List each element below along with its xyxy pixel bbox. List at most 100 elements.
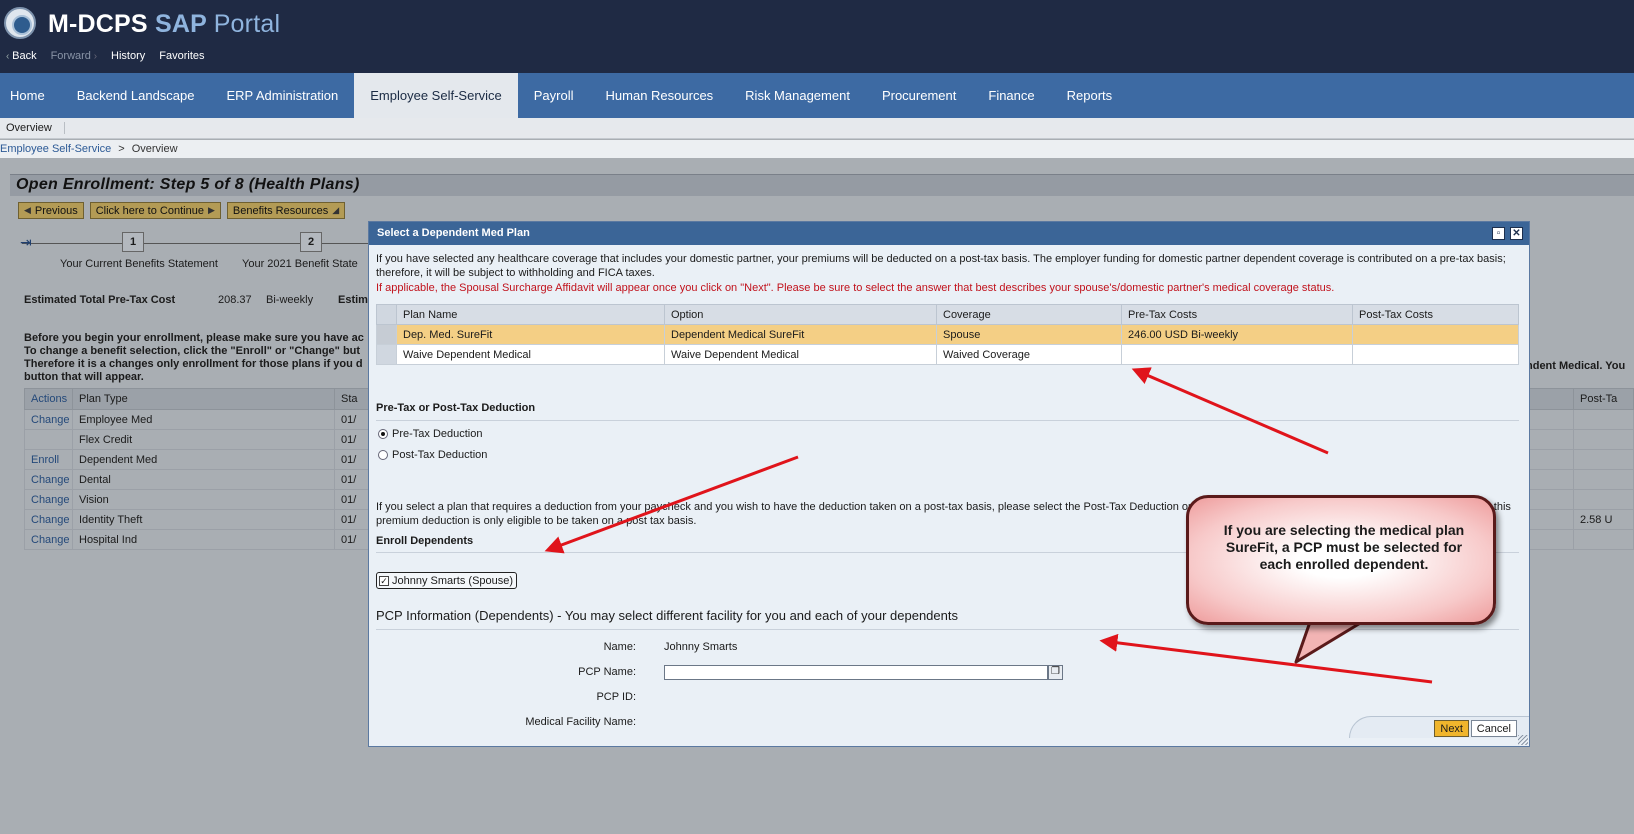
- district-seal-logo: [4, 7, 36, 39]
- top-navigation: Home Backend Landscape ERP Administratio…: [0, 73, 1634, 118]
- row-plan: Flex Credit: [72, 429, 335, 450]
- dialog-body: If you have selected any healthcare cove…: [376, 252, 1524, 728]
- favorites-link[interactable]: Favorites: [159, 50, 204, 62]
- breadcrumb-separator: >: [118, 143, 125, 155]
- cost-period: Bi-weekly: [266, 294, 314, 306]
- radio-selected-icon[interactable]: [378, 429, 388, 439]
- intro-line: Before you begin your enrollment, please…: [24, 332, 364, 344]
- checkbox-checked-icon[interactable]: ✓: [379, 575, 389, 586]
- history-link[interactable]: History: [111, 50, 145, 62]
- section-divider: [376, 629, 1519, 630]
- pre-tax-cell: [1121, 344, 1353, 365]
- nav-reports[interactable]: Reports: [1051, 73, 1129, 118]
- row-plan: Identity Theft: [72, 509, 335, 530]
- roadmap-step-1[interactable]: 1: [122, 232, 144, 252]
- row-plan: Dental: [72, 469, 335, 490]
- row-action-link[interactable]: Change: [24, 489, 73, 510]
- portal-header: M-DCPS SAP Portal Back Forward History F…: [0, 0, 1634, 73]
- sub-navigation: Overview: [0, 118, 1634, 139]
- nav-procurement[interactable]: Procurement: [866, 73, 972, 118]
- nav-employee-self-service[interactable]: Employee Self-Service: [354, 73, 518, 118]
- continue-button[interactable]: Click here to Continue ▶: [89, 202, 221, 219]
- intro-text-right: ndent Medical. You: [1526, 360, 1626, 372]
- benefits-resources-button[interactable]: Benefits Resources ◢: [226, 202, 346, 219]
- breadcrumb: Employee Self-Service > Overview: [0, 140, 1634, 158]
- roadmap-step-2-label[interactable]: Your 2021 Benefit State: [242, 258, 358, 270]
- row-action-link[interactable]: Change: [24, 509, 73, 530]
- row-action-link[interactable]: Change: [24, 469, 73, 490]
- pre-tax-radio-label: Pre-Tax Deduction: [392, 428, 483, 440]
- domestic-partner-note: If you have selected any healthcare cove…: [376, 253, 1506, 279]
- row-post: [1573, 529, 1634, 550]
- deduction-section-title: Pre-Tax or Post-Tax Deduction: [376, 402, 536, 414]
- row-action-link[interactable]: Change: [24, 409, 73, 430]
- row-action-link: [24, 429, 73, 450]
- portal-title: M-DCPS SAP Portal: [48, 10, 280, 39]
- portal-title-sap: SAP: [154, 10, 207, 38]
- cancel-button[interactable]: Cancel: [1470, 720, 1517, 737]
- maximize-icon[interactable]: ▫: [1492, 227, 1505, 240]
- nav-human-resources[interactable]: Human Resources: [590, 73, 730, 118]
- pcp-dependent-name: Johnny Smarts: [664, 641, 738, 653]
- col-option: Option: [664, 304, 937, 325]
- resize-grip-icon[interactable]: [1518, 735, 1528, 745]
- table-row[interactable]: Waive Dependent Medical Waive Dependent …: [376, 344, 1519, 365]
- step-buttons: ◀ Previous Click here to Continue ▶ Benefi…: [18, 202, 346, 219]
- row-action-link[interactable]: Change: [24, 529, 73, 550]
- row-plan: Vision: [72, 489, 335, 510]
- row-post: [1573, 489, 1634, 510]
- roadmap-step-1-label[interactable]: Your Current Benefits Statement: [60, 258, 218, 270]
- table-row[interactable]: Dep. Med. SureFit Dependent Medical Sure…: [376, 324, 1519, 345]
- col-plan-name: Plan Name: [396, 304, 665, 325]
- roadmap-step-2[interactable]: 2: [300, 232, 322, 252]
- cost-amount: 208.37: [218, 294, 252, 306]
- close-icon[interactable]: ✕: [1510, 227, 1523, 240]
- cost-label: Estimated Total Pre-Tax Cost: [24, 294, 176, 306]
- dependent-checkbox-label: Johnny Smarts (Spouse): [392, 574, 514, 587]
- nav-backend-landscape[interactable]: Backend Landscape: [61, 73, 211, 118]
- row-plan: Dependent Med: [72, 449, 335, 470]
- post-tax-radio-option[interactable]: Post-Tax Deduction: [378, 449, 487, 461]
- right-triangle-icon: ▶: [207, 205, 215, 215]
- nav-payroll[interactable]: Payroll: [518, 73, 590, 118]
- value-help-icon[interactable]: ❐: [1048, 665, 1063, 680]
- pre-tax-cell: 246.00 USD Bi-weekly: [1121, 324, 1353, 345]
- col-post-tax: Post-Ta: [1573, 388, 1634, 410]
- dialog-titlebar[interactable]: Select a Dependent Med Plan ▫ ✕: [369, 222, 1529, 245]
- col-plan-type: Plan Type: [72, 388, 335, 410]
- radio-unselected-icon[interactable]: [378, 450, 388, 460]
- section-divider: [376, 420, 1519, 421]
- intro-line: To change a benefit selection, click the…: [24, 345, 361, 357]
- row-post: [1573, 469, 1634, 490]
- row-selector[interactable]: [376, 344, 397, 365]
- nav-erp-administration[interactable]: ERP Administration: [211, 73, 355, 118]
- dependent-checkbox[interactable]: ✓ Johnny Smarts (Spouse): [376, 572, 518, 589]
- subnav-overview-tab[interactable]: Overview: [6, 122, 65, 134]
- nav-home[interactable]: Home: [0, 73, 61, 118]
- next-button[interactable]: Next: [1434, 720, 1469, 737]
- portal-title-portal: Portal: [213, 10, 281, 38]
- back-link[interactable]: Back: [6, 50, 36, 62]
- pcp-id-label: PCP ID:: [596, 691, 636, 703]
- row-selector[interactable]: [376, 324, 397, 345]
- callout-text: If you are selecting the medical plan Su…: [1223, 522, 1465, 572]
- history-bar: Back Forward History Favorites: [6, 50, 204, 62]
- pcp-name-input[interactable]: [664, 665, 1048, 680]
- nav-finance[interactable]: Finance: [972, 73, 1050, 118]
- option-cell: Dependent Medical SureFit: [664, 324, 937, 345]
- row-action-link[interactable]: Enroll: [24, 449, 73, 470]
- pre-tax-radio-option[interactable]: Pre-Tax Deduction: [378, 428, 483, 440]
- previous-button[interactable]: ◀ Previous: [18, 202, 84, 219]
- roadmap-line: [22, 243, 382, 244]
- nav-risk-management[interactable]: Risk Management: [729, 73, 866, 118]
- cost-estimated-label: Estim: [338, 294, 368, 306]
- row-post: [1573, 409, 1634, 430]
- row-post: 2.58 U: [1573, 509, 1634, 530]
- intro-line: Therefore it is a changes only enrollmen…: [24, 358, 363, 370]
- breadcrumb-root-link[interactable]: Employee Self-Service: [0, 143, 111, 155]
- forward-link[interactable]: Forward: [51, 50, 97, 62]
- select-column-header: [376, 304, 397, 325]
- left-triangle-icon: ◀: [24, 205, 31, 215]
- step-title: Open Enrollment: Step 5 of 8 (Health Pla…: [16, 176, 360, 193]
- option-cell: Waive Dependent Medical: [664, 344, 937, 365]
